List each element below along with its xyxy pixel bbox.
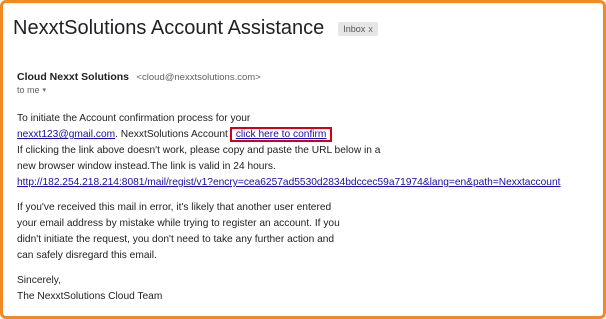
remove-label-icon[interactable]: x: [368, 24, 373, 34]
signoff: Sincerely,: [17, 275, 61, 286]
url-line: http://182.254.218.214:8081/mail/regist/…: [17, 175, 560, 191]
body-line: If you've received this mail in error, i…: [17, 202, 332, 213]
confirm-highlight-box: click here to confirm: [229, 127, 333, 142]
chevron-down-icon[interactable]: ▾: [43, 86, 47, 94]
suspicious-url-link[interactable]: http://182.254.218.214:8081/mail/regist/…: [17, 177, 560, 188]
body-line: your email address by mistake while tryi…: [17, 218, 340, 229]
email-frame: NexxtSolutions Account Assistance Inbox …: [0, 0, 606, 319]
recipient-text: to me: [17, 85, 40, 95]
sender-email: <cloud@nexxtsolutions.com>: [136, 72, 261, 83]
confirm-link[interactable]: click here to confirm: [236, 129, 327, 140]
body-text-fragment: . NexxtSolutions Account: [115, 129, 228, 140]
body-line: didn't initiate the request, you don't n…: [17, 234, 335, 245]
sender-block: Cloud Nexxt Solutions <cloud@nexxtsoluti…: [17, 67, 261, 85]
sender-name: Cloud Nexxt Solutions: [17, 71, 130, 83]
body-line-with-confirm: nexxt123@gmail.com. NexxtSolutions Accou…: [17, 127, 560, 143]
body-line: new browser window instead.The link is v…: [17, 161, 276, 172]
body-line: If clicking the link above doesn't work,…: [17, 145, 381, 156]
inbox-label-text: Inbox: [343, 23, 366, 34]
email-body: To initiate the Account confirmation pro…: [17, 111, 560, 305]
inbox-label-chip[interactable]: Inbox x: [338, 21, 378, 36]
signature: The NexxtSolutions Cloud Team: [17, 291, 163, 302]
recipient-email-link[interactable]: nexxt123@gmail.com: [17, 129, 115, 140]
body-line: To initiate the Account confirmation pro…: [17, 113, 251, 124]
body-line: can safely disregard this email.: [17, 250, 157, 261]
subject-row: NexxtSolutions Account Assistance Inbox …: [13, 17, 378, 40]
recipient-line[interactable]: to me ▾: [17, 85, 46, 95]
email-subject: NexxtSolutions Account Assistance: [13, 17, 325, 39]
